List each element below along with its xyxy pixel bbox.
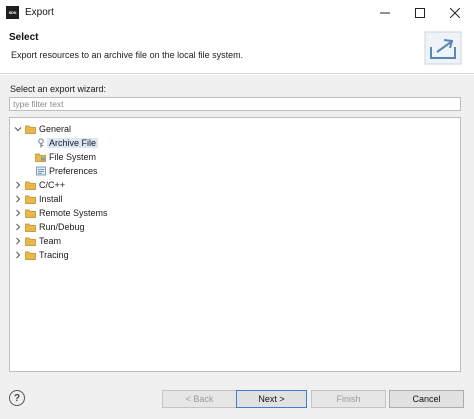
wizard-content: Select an export wizard: General Archive… — [0, 75, 474, 381]
tree-item-general[interactable]: General — [14, 122, 71, 136]
wizard-tree[interactable]: General Archive File File System Prefere… — [9, 117, 461, 372]
chevron-down-icon[interactable] — [14, 125, 22, 133]
tree-item-tracing[interactable]: Tracing — [14, 248, 69, 262]
tree-item-file-system[interactable]: File System — [32, 150, 96, 164]
tree-item-cpp[interactable]: C/C++ — [14, 178, 65, 192]
next-button[interactable]: Next > — [236, 390, 307, 408]
minimize-icon — [380, 12, 390, 14]
filter-input[interactable] — [9, 97, 461, 111]
tree-item-label: Preferences — [49, 166, 98, 176]
tree-item-team[interactable]: Team — [14, 234, 61, 248]
tree-item-label: Install — [39, 194, 63, 204]
maximize-button[interactable] — [403, 0, 437, 26]
minimize-button[interactable] — [368, 0, 402, 26]
app-icon: SDK — [6, 6, 19, 19]
archive-file-icon — [35, 138, 46, 148]
chevron-right-icon[interactable] — [14, 181, 22, 189]
tree-item-label: Archive File — [47, 138, 99, 148]
folder-icon — [25, 124, 36, 134]
finish-button[interactable]: Finish — [311, 390, 386, 408]
close-button[interactable] — [438, 0, 472, 26]
tree-item-label: C/C++ — [39, 180, 66, 190]
help-icon[interactable]: ? — [9, 390, 25, 406]
export-banner-icon — [424, 31, 462, 65]
chevron-right-icon[interactable] — [14, 223, 22, 231]
chevron-right-icon[interactable] — [14, 209, 22, 217]
tree-item-label: General — [39, 124, 72, 134]
wizard-header: Select Export resources to an archive fi… — [0, 26, 474, 74]
folder-icon — [25, 250, 36, 260]
tree-item-label: Remote Systems — [39, 208, 108, 218]
close-icon — [450, 8, 460, 18]
preferences-icon — [35, 166, 46, 176]
tree-item-install[interactable]: Install — [14, 192, 63, 206]
cancel-button[interactable]: Cancel — [389, 390, 464, 408]
window-title: Export — [25, 7, 54, 18]
file-system-icon — [35, 152, 46, 162]
tree-item-label: Team — [39, 236, 62, 246]
folder-icon — [25, 194, 36, 204]
maximize-icon — [415, 8, 425, 18]
folder-icon — [25, 180, 36, 190]
tree-item-run-debug[interactable]: Run/Debug — [14, 220, 85, 234]
tree-item-label: Run/Debug — [39, 222, 85, 232]
tree-item-label: Tracing — [39, 250, 69, 260]
wizard-label: Select an export wizard: — [10, 84, 107, 94]
folder-icon — [25, 236, 36, 246]
page-title: Select — [9, 32, 39, 43]
folder-icon — [25, 208, 36, 218]
chevron-right-icon[interactable] — [14, 251, 22, 259]
folder-icon — [25, 222, 36, 232]
page-description: Export resources to an archive file on t… — [11, 50, 244, 60]
tree-item-label: File System — [49, 152, 97, 162]
tree-item-remote-systems[interactable]: Remote Systems — [14, 206, 108, 220]
title-bar: SDK Export — [0, 0, 474, 26]
chevron-right-icon[interactable] — [14, 237, 22, 245]
button-bar: ? < Back Next > Finish Cancel — [0, 381, 474, 419]
chevron-right-icon[interactable] — [14, 195, 22, 203]
tree-item-preferences[interactable]: Preferences — [32, 164, 98, 178]
tree-item-archive-file[interactable]: Archive File — [32, 136, 99, 150]
back-button[interactable]: < Back — [162, 390, 237, 408]
